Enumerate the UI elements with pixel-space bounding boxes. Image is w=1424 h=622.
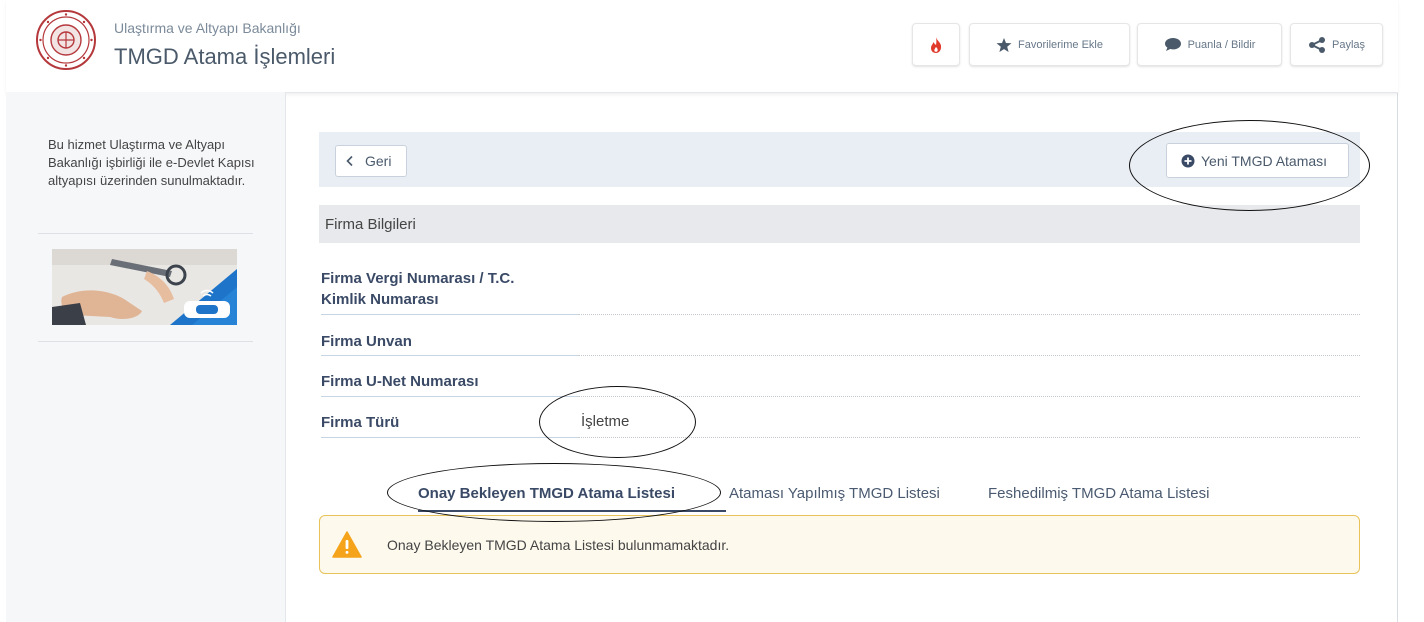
firm-type-label: Firma Türü [321, 414, 400, 431]
new-tmgd-assignment-button[interactable]: Yeni TMGD Ataması [1166, 143, 1349, 178]
add-favorites-label: Favorilerime Ekle [1018, 38, 1103, 51]
speech-bubble-icon [1164, 38, 1181, 51]
firm-info-heading: Firma Bilgileri [319, 205, 1360, 243]
row-separator [321, 355, 579, 356]
new-tmgd-assignment-label: Yeni TMGD Ataması [1201, 152, 1328, 169]
warning-icon [332, 531, 362, 558]
back-label: Geri [365, 153, 392, 169]
row-separator [579, 396, 1360, 397]
unet-number-label: Firma U-Net Numarası [321, 373, 479, 390]
fire-icon [931, 36, 942, 53]
share-button[interactable]: Paylaş [1290, 23, 1383, 66]
active-tab-indicator [418, 510, 726, 512]
service-title: TMGD Atama İşlemleri [114, 44, 336, 69]
firm-type-value: İşletme [581, 413, 630, 430]
share-icon [1308, 36, 1325, 53]
firm-title-label: Firma Unvan [321, 333, 412, 350]
rate-feedback-button[interactable]: Puanla / Bildir [1137, 23, 1282, 66]
plus-circle-icon [1181, 154, 1195, 167]
promo-image [52, 249, 237, 325]
rate-feedback-label: Puanla / Bildir [1187, 38, 1256, 51]
page-header: Ulaştırma ve Altyapı Bakanlığı TMGD Atam… [6, 0, 1398, 93]
tab-pending-assignments[interactable]: Onay Bekleyen TMGD Atama Listesi [418, 485, 675, 502]
row-separator [579, 314, 1360, 315]
sidebar-divider-bottom [38, 341, 253, 342]
row-separator [579, 355, 1360, 356]
back-button[interactable]: Geri [335, 145, 407, 177]
alert-message: Onay Bekleyen TMGD Atama Listesi bulunma… [387, 537, 730, 553]
ministry-logo [36, 10, 96, 70]
add-favorites-button[interactable]: Favorilerime Ekle [969, 23, 1130, 66]
hot-services-button[interactable] [912, 23, 960, 66]
tax-number-label: Firma Vergi Numarası / T.C. Kimlik Numar… [321, 270, 515, 308]
star-icon [996, 37, 1012, 52]
tab-assigned-tmgd[interactable]: Ataması Yapılmış TMGD Listesi [729, 485, 940, 502]
tab-terminated-assignments[interactable]: Feshedilmiş TMGD Atama Listesi [988, 485, 1209, 502]
row-separator [321, 314, 579, 315]
row-separator [321, 437, 579, 438]
ministry-name: Ulaştırma ve Altyapı Bakanlığı [114, 20, 301, 36]
row-separator [321, 396, 579, 397]
chevron-left-icon [346, 155, 353, 167]
sidebar-info-text: Bu hizmet Ulaştırma ve Altyapı Bakanlığı… [48, 137, 255, 188]
sidebar-divider [38, 233, 253, 234]
row-separator [579, 437, 1360, 438]
share-label: Paylaş [1331, 38, 1366, 51]
